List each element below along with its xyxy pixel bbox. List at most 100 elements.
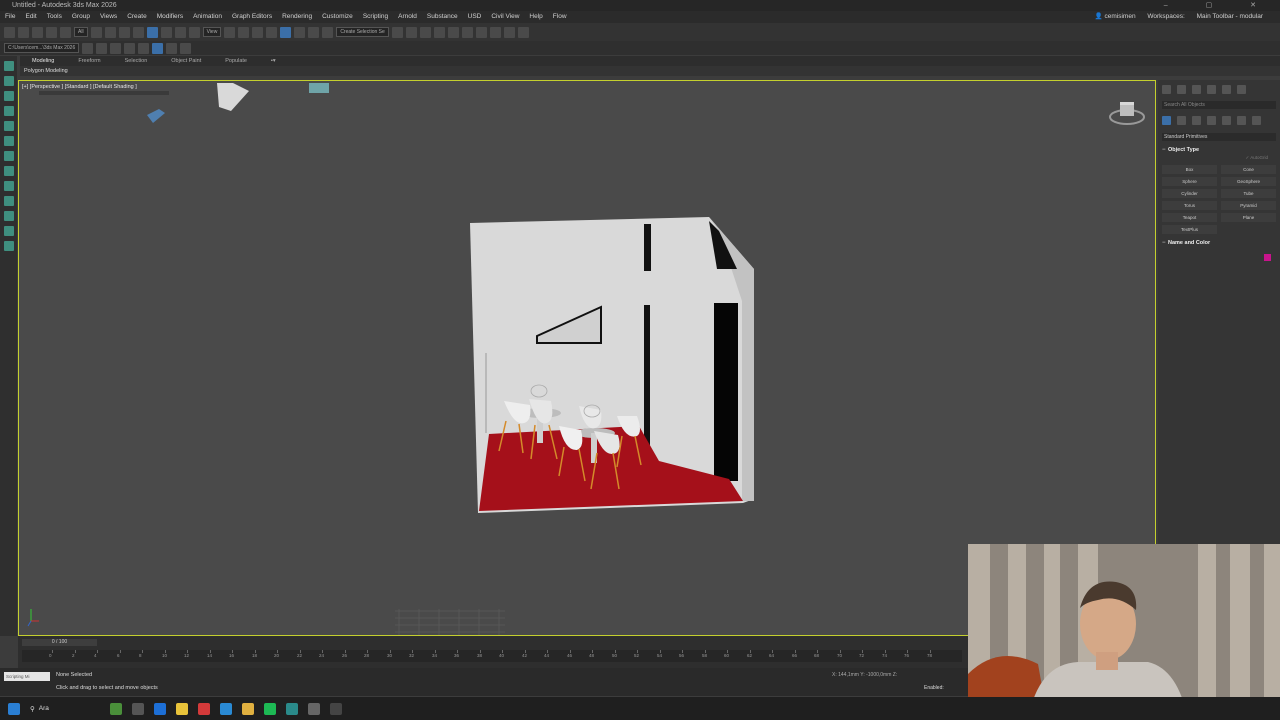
tool-icon[interactable] (3, 121, 14, 131)
menu-flow[interactable]: Flow (548, 11, 572, 23)
spotify-icon[interactable] (264, 702, 276, 715)
display-tab-icon[interactable] (1222, 85, 1231, 94)
3dsmax-icon[interactable] (286, 702, 298, 715)
track-bar[interactable]: 0 2 4 6 8 10 12 14 16 18 20 22 24 26 28 30 32 34 36 38 40 42 4… (22, 650, 962, 662)
named-selection-dropdown[interactable]: Create Selection Se (336, 27, 389, 37)
scale-icon[interactable] (174, 26, 186, 38)
menu-create[interactable]: Create (122, 11, 152, 23)
user-account[interactable]: 👤 cemisimen (1090, 11, 1141, 23)
menu-tools[interactable]: Tools (42, 11, 67, 23)
window-controls[interactable]: – ▢ ✕ (1164, 0, 1274, 11)
align-icon[interactable] (405, 26, 417, 38)
motion-tab-icon[interactable] (1207, 85, 1216, 94)
hierarchy-tab-icon[interactable] (1192, 85, 1201, 94)
spinner-snap-icon[interactable] (308, 26, 320, 38)
open-project-icon[interactable] (110, 42, 122, 54)
ribbon-tab-object-paint[interactable]: Object Paint (159, 56, 213, 66)
spacewarps-icon[interactable] (1237, 116, 1246, 125)
tool-icon[interactable] (3, 166, 14, 176)
ribbon-tab-modeling[interactable]: Modeling (20, 56, 66, 66)
pivot-center-icon[interactable] (224, 26, 236, 38)
menu-help[interactable]: Help (524, 11, 547, 23)
object-search-input[interactable]: Search All Objects (1162, 101, 1276, 109)
ribbon-options-icon[interactable]: ▪▾ (259, 56, 288, 66)
menu-customize[interactable]: Customize (317, 11, 358, 23)
bind-space-warp-icon[interactable] (60, 26, 71, 38)
angle-snap-icon[interactable] (280, 26, 292, 38)
object-color-swatch[interactable] (1264, 254, 1271, 261)
systems-icon[interactable] (1252, 116, 1261, 125)
percent-snap-icon[interactable] (294, 26, 306, 38)
menu-edit[interactable]: Edit (20, 11, 41, 23)
menu-usd[interactable]: USD (463, 11, 487, 23)
layer-explorer-icon[interactable] (433, 26, 445, 38)
cameras-icon[interactable] (1207, 116, 1216, 125)
selection-filter-dropdown[interactable]: All (74, 27, 88, 37)
link-icon[interactable] (32, 26, 43, 38)
ref-coord-dropdown[interactable]: View (202, 27, 222, 37)
redo-icon[interactable] (18, 26, 29, 38)
tool-icon[interactable] (3, 181, 14, 191)
tool-icon[interactable] (3, 61, 14, 71)
browser-icon[interactable] (220, 702, 232, 715)
project-folder-icon[interactable] (82, 42, 94, 54)
sphere-button[interactable]: Sphere (1162, 177, 1217, 186)
rotate-icon[interactable] (160, 26, 172, 38)
file-explorer-icon[interactable] (242, 702, 254, 715)
workspace-select[interactable]: Main Toolbar - modular (1192, 11, 1268, 23)
select-by-name-icon[interactable] (104, 26, 116, 38)
widgets-icon[interactable] (110, 702, 122, 715)
tool-icon[interactable] (3, 76, 14, 86)
undo-icon[interactable] (4, 26, 15, 38)
shapes-icon[interactable] (1177, 116, 1186, 125)
geometry-icon[interactable] (1162, 116, 1171, 125)
textplus-button[interactable]: TextPlus (1162, 225, 1217, 234)
edge-icon[interactable] (154, 702, 166, 715)
menu-file[interactable]: File (0, 11, 20, 23)
unlink-icon[interactable] (46, 26, 57, 38)
select-manipulate-icon[interactable] (238, 26, 250, 38)
rect-selection-icon[interactable] (118, 26, 130, 38)
record-icon[interactable] (180, 42, 192, 54)
tool-icon[interactable] (3, 91, 14, 101)
name-and-color-rollout[interactable]: Name and Color (1160, 240, 1278, 246)
menu-graph-editors[interactable]: Graph Editors (227, 11, 277, 23)
viewport-layout-icon[interactable] (152, 42, 164, 54)
menu-group[interactable]: Group (67, 11, 95, 23)
ribbon-tab-freeform[interactable]: Freeform (66, 56, 112, 66)
task-view-icon[interactable] (132, 702, 144, 715)
move-icon[interactable] (146, 26, 158, 38)
schematic-view-icon[interactable] (461, 26, 473, 38)
object-type-rollout[interactable]: Object Type (1160, 147, 1278, 153)
sync-icon[interactable] (166, 42, 178, 54)
ribbon-tab-populate[interactable]: Populate (213, 56, 259, 66)
app-icon[interactable] (308, 702, 320, 715)
coordinate-readout[interactable]: X: 144,1mm Y: -1000,0mm Z: (832, 672, 897, 678)
menu-civil-view[interactable]: Civil View (486, 11, 524, 23)
render-icon[interactable] (517, 26, 529, 38)
box-button[interactable]: Box (1162, 165, 1217, 174)
tool-icon[interactable] (3, 106, 14, 116)
keyboard-shortcut-icon[interactable] (252, 26, 264, 38)
helpers-icon[interactable] (1222, 116, 1231, 125)
place-icon[interactable] (188, 26, 200, 38)
render-frame-icon[interactable] (503, 26, 515, 38)
menu-substance[interactable]: Substance (422, 11, 463, 23)
tool-icon[interactable] (3, 226, 14, 236)
settings-icon[interactable] (330, 702, 342, 715)
select-object-icon[interactable] (90, 26, 102, 38)
curve-editor-icon[interactable] (447, 26, 459, 38)
window-crossing-icon[interactable] (132, 26, 144, 38)
start-icon[interactable] (8, 702, 20, 715)
time-slider[interactable]: 0 / 100 (22, 639, 97, 646)
tool-icon[interactable] (3, 151, 14, 161)
tube-button[interactable]: Tube (1221, 189, 1276, 198)
menu-modifiers[interactable]: Modifiers (152, 11, 188, 23)
taskbar-search[interactable]: ⚲ Ara (30, 705, 100, 713)
menu-animation[interactable]: Animation (188, 11, 227, 23)
material-editor-icon[interactable] (475, 26, 487, 38)
new-project-icon[interactable] (96, 42, 108, 54)
save-project-icon[interactable] (124, 42, 136, 54)
scene-explorer-icon[interactable] (419, 26, 431, 38)
plane-button[interactable]: Plane (1221, 213, 1276, 222)
